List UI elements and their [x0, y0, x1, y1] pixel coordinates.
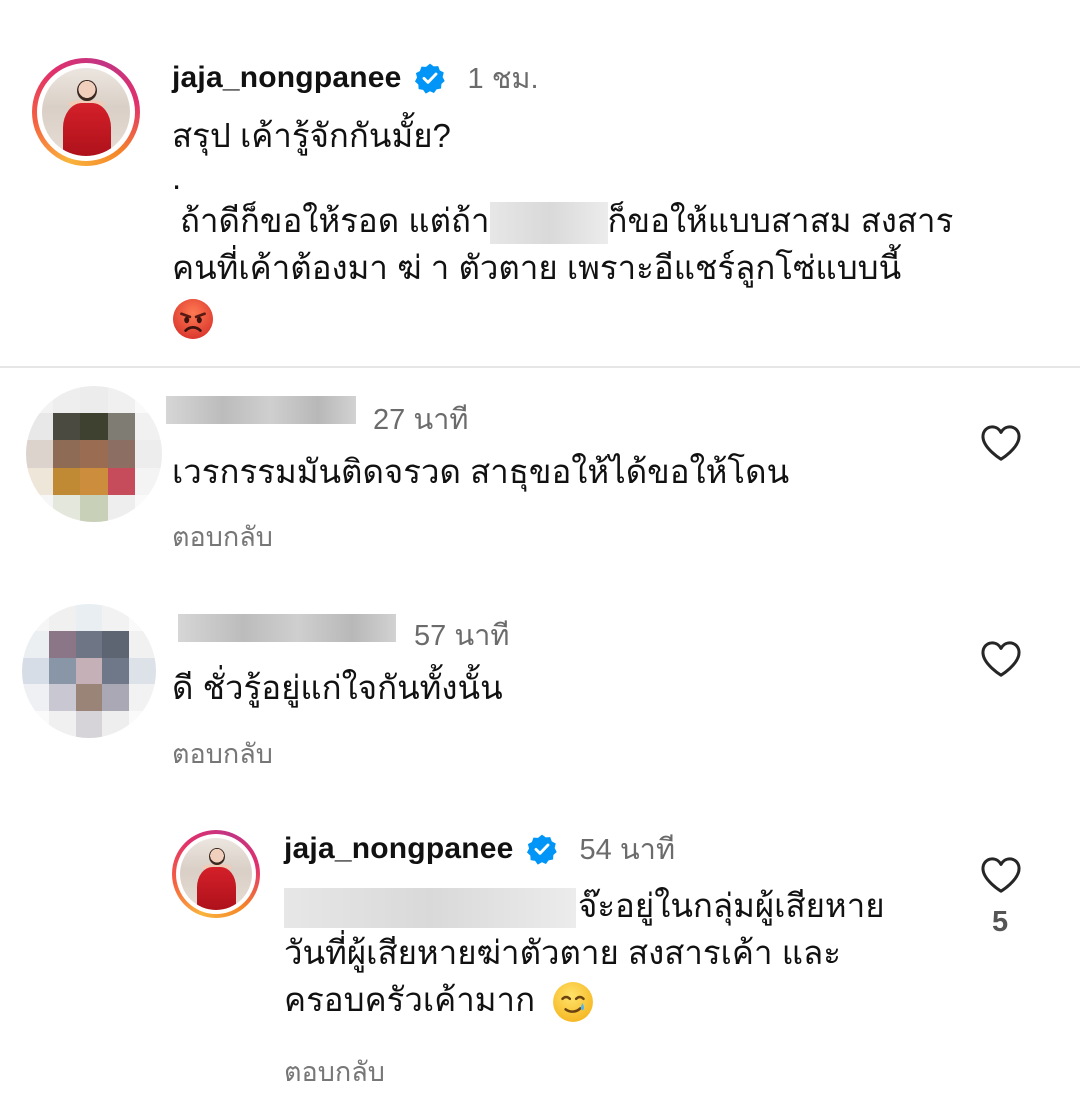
caption-line-3b: ก็ขอให้แบบสาสม สงสาร	[607, 202, 954, 239]
caption-line-1: สรุป เค้ารู้จักกันมั้ย?	[172, 117, 451, 154]
reply-button[interactable]: ตอบกลับ	[172, 732, 273, 775]
reply-avatar[interactable]	[172, 830, 260, 918]
censored-mention	[284, 888, 576, 929]
reply-button[interactable]: ตอบกลับ	[284, 1050, 385, 1093]
caption-line-2: .	[172, 159, 182, 196]
reply-text: จ๊ะอยู่ในกลุ่มผู้เสียหาย วันที่ผู้เสียหา…	[284, 882, 964, 1023]
post-avatar[interactable]	[32, 58, 140, 166]
like-count: 5	[992, 906, 1009, 938]
caption-line-3a: ถ้าดีก็ขอให้รอด แต่ถ้า	[180, 202, 490, 239]
post-caption: สรุป เค้ารู้จักกันมั้ย? . ถ้าดีก็ขอให้รอ…	[172, 112, 1052, 340]
reply-username[interactable]: jaja_nongpanee	[284, 832, 514, 866]
reply-line-2: วันที่ผู้เสียหายฆ่าตัวตาย สงสารเค้า และ	[284, 934, 841, 971]
avatar-photo	[180, 838, 252, 910]
post-time: 1 ชม.	[467, 63, 539, 95]
angry-face-icon	[173, 298, 213, 339]
smiling-face-with-tear-icon	[553, 982, 594, 1023]
divider	[0, 366, 1080, 368]
comment-avatar[interactable]	[22, 604, 156, 738]
avatar-photo	[42, 68, 130, 156]
verified-badge-icon	[414, 63, 445, 94]
like-heart-icon[interactable]	[980, 856, 1022, 894]
caption-line-4: คนที่เค้าต้องมา ฆ่ า ตัวตาย เพราะอีแชร์ล…	[172, 249, 902, 287]
censored-username	[166, 396, 356, 424]
comment-time: 57 นาที	[414, 620, 510, 652]
reply-line-1: จ๊ะอยู่ในกลุ่มผู้เสียหาย	[578, 887, 885, 924]
like-heart-icon[interactable]	[980, 640, 1022, 678]
comment-avatar[interactable]	[26, 386, 162, 522]
reply-button[interactable]: ตอบกลับ	[172, 515, 273, 558]
reply-time: 54 นาที	[579, 834, 676, 866]
comment-text: ดี ชั่วรู้อยู่แก่ใจกันทั้งนั้น	[172, 669, 503, 706]
comment-text: เวรกรรมมันติดจรวด สาธุขอให้ได้ขอให้โดน	[172, 453, 790, 490]
post-username[interactable]: jaja_nongpanee	[172, 61, 402, 95]
censored-username	[178, 614, 396, 642]
comment-time: 27 นาที	[373, 404, 469, 436]
censored-text	[489, 202, 608, 245]
like-heart-icon[interactable]	[980, 424, 1022, 462]
verified-badge-icon	[526, 834, 557, 865]
reply-line-3: ครอบครัวเค้ามาก	[284, 981, 536, 1018]
